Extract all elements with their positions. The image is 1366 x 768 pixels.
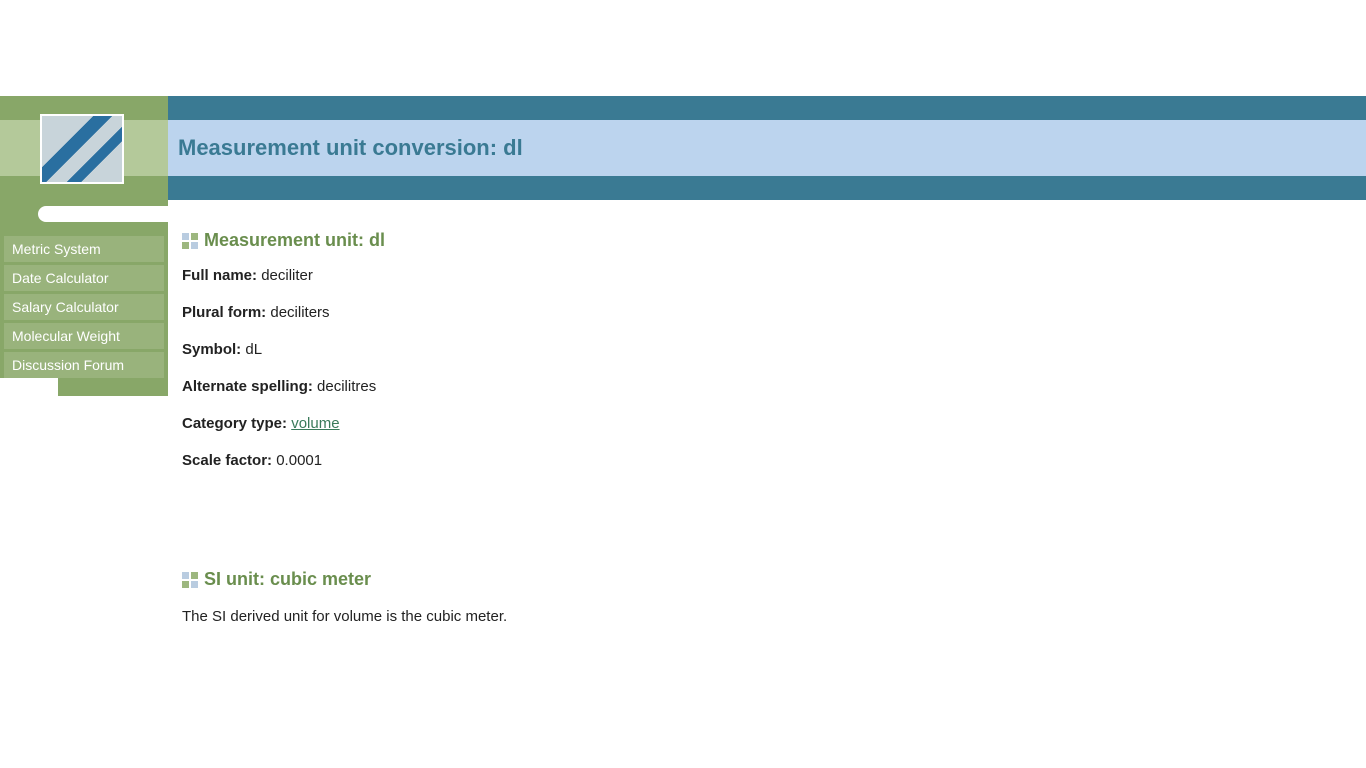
sidebar: Metric System Date Calculator Salary Cal… (0, 200, 168, 378)
page-title: Measurement unit conversion: dl (178, 135, 523, 161)
section-heading-si: SI unit: cubic meter (182, 569, 1346, 590)
site-logo[interactable] (40, 114, 124, 184)
sidebar-item-metric-system[interactable]: Metric System (4, 236, 164, 262)
sidebar-item-molecular-weight[interactable]: Molecular Weight (4, 323, 164, 349)
field-alternate-spelling: Alternate spelling: decilitres (182, 378, 1346, 395)
sidebar-item-discussion-forum[interactable]: Discussion Forum (4, 352, 164, 378)
si-description: The SI derived unit for volume is the cu… (182, 606, 1346, 629)
field-full-name: Full name: deciliter (182, 267, 1346, 284)
field-symbol: Symbol: dL (182, 341, 1346, 358)
squares-icon (182, 233, 198, 249)
field-scale-factor: Scale factor: 0.0001 (182, 452, 1346, 469)
field-plural-form: Plural form: deciliters (182, 304, 1346, 321)
category-link-volume[interactable]: volume (291, 415, 339, 432)
sidebar-item-salary-calculator[interactable]: Salary Calculator (4, 294, 164, 320)
header-band: Measurement unit conversion: dl (0, 96, 1366, 200)
section-heading-unit: Measurement unit: dl (182, 230, 1346, 251)
field-category-type: Category type: volume (182, 415, 1346, 432)
main-content: Measurement unit: dl Full name: decilite… (168, 200, 1366, 649)
sidebar-item-date-calculator[interactable]: Date Calculator (4, 265, 164, 291)
squares-icon (182, 572, 198, 588)
